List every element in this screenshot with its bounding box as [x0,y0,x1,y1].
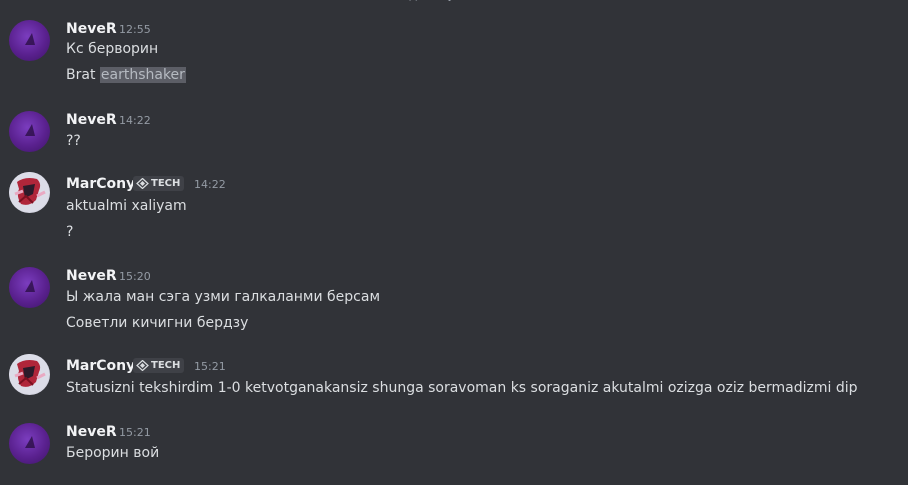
timestamp[interactable]: 14:22 [194,178,226,192]
tech-badge[interactable]: TECH [133,176,185,191]
message-text: Кс берворин [66,41,159,57]
wrench-diamond-icon [136,360,149,371]
avatar[interactable] [9,20,50,61]
message-text-prefix: Brat [66,67,100,83]
date-divider: 9 декабря 2024 г. [0,0,908,10]
shark-fin-icon [25,436,35,448]
message-text: aktualmi xaliyam [66,198,187,214]
highlighted-text[interactable]: earthshaker [99,67,186,83]
character-icon [9,354,49,394]
username[interactable]: NeveR [66,267,117,285]
shark-fin-icon [25,124,35,136]
badge-label: TECH [151,177,181,189]
chat-messages: 9 декабря 2024 г. NeveR 12:55 Кс бервори… [0,0,908,485]
username[interactable]: MarCony [66,175,135,193]
message-text: ? [66,224,74,240]
avatar[interactable] [9,354,50,395]
date-divider-label: 9 декабря 2024 г. [397,0,511,10]
timestamp[interactable]: 15:20 [119,270,151,284]
message-text: ?? [66,133,81,149]
message-text: Statusizni tekshirdim 1-0 ketvotganakans… [66,380,858,396]
avatar[interactable] [9,423,50,464]
username[interactable]: NeveR [66,111,117,129]
avatar[interactable] [9,172,50,213]
username[interactable]: MarCony [66,357,135,375]
message-text: Берорин вой [66,445,160,461]
badge-label: TECH [151,359,181,371]
message-text: Ы жала ман сэга узми галкаланми берсам [66,289,381,305]
timestamp[interactable]: 15:21 [119,426,151,440]
timestamp[interactable]: 15:21 [194,360,226,374]
username[interactable]: NeveR [66,20,117,38]
shark-fin-icon [25,33,35,45]
tech-badge[interactable]: TECH [133,358,185,373]
username[interactable]: NeveR [66,423,117,441]
message-text: Brat earthshaker [66,66,186,84]
message-text: Советли кичигни бердзу [66,315,249,331]
timestamp[interactable]: 14:22 [119,114,151,128]
shark-fin-icon [25,280,35,292]
character-icon [9,172,49,212]
wrench-diamond-icon [136,178,149,189]
avatar[interactable] [9,111,50,152]
timestamp[interactable]: 12:55 [119,23,151,37]
avatar[interactable] [9,267,50,308]
